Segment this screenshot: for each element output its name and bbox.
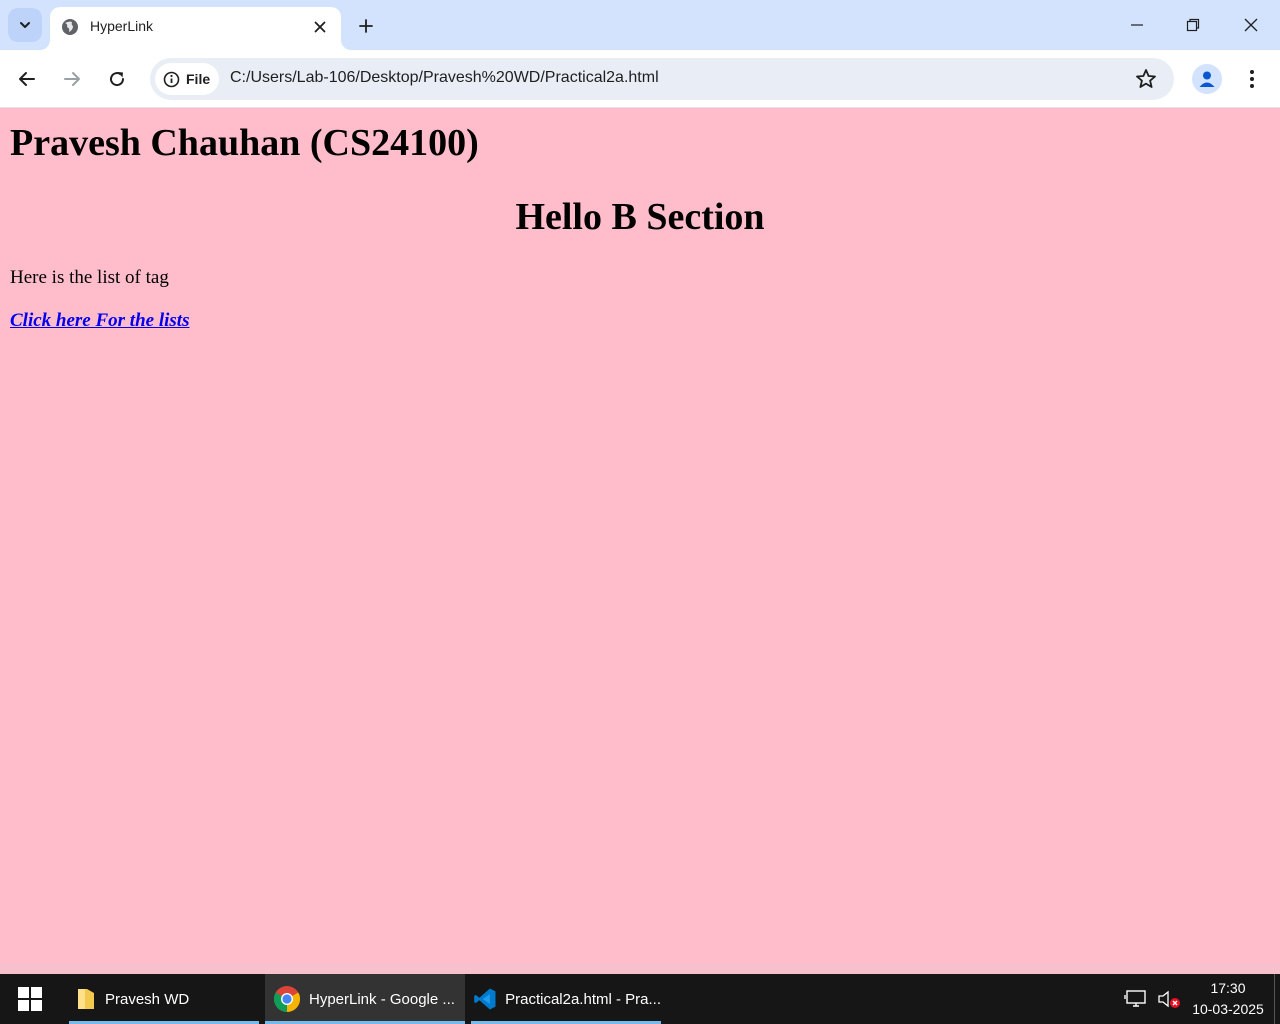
tab-search-button[interactable] [8, 8, 42, 42]
taskbar-app-vscode[interactable]: Practical2a.html - Pra... [471, 974, 661, 1024]
globe-icon [62, 19, 78, 35]
page-bottom-edge [0, 963, 1280, 974]
back-button[interactable] [11, 63, 43, 95]
taskbar-app-label: HyperLink - Google ... [309, 990, 455, 1008]
tab-hyperlink[interactable]: HyperLink [50, 7, 341, 50]
restore-button[interactable] [1164, 0, 1222, 50]
lists-link[interactable]: Click here For the lists [10, 310, 189, 332]
tab-title: HyperLink [90, 18, 154, 34]
taskbar-app-label: Pravesh WD [105, 990, 190, 1008]
browser-menu-button[interactable] [1238, 64, 1266, 94]
restore-icon [1186, 18, 1200, 32]
section-heading: Hello B Section [515, 196, 765, 238]
reload-icon [110, 72, 125, 87]
browser-tab-strip: HyperLink [0, 0, 1280, 50]
arrow-right-icon [64, 72, 80, 86]
reload-button[interactable] [101, 63, 133, 95]
clock-date: 10-03-2025 [1192, 1001, 1264, 1017]
site-chip-label: File [186, 71, 211, 87]
browser-toolbar: File C:/Users/Lab-106/Desktop/Pravesh%20… [0, 50, 1280, 108]
show-desktop-button[interactable] [1274, 974, 1280, 1024]
start-button[interactable] [0, 974, 60, 1024]
close-icon [1244, 18, 1258, 32]
url-text[interactable]: C:/Users/Lab-106/Desktop/Pravesh%20WD/Pr… [230, 69, 659, 87]
windows-logo-icon [18, 987, 42, 1011]
intro-paragraph: Here is the list of tag [10, 267, 169, 288]
person-icon [1199, 71, 1215, 87]
forward-button[interactable] [56, 63, 88, 95]
address-bar[interactable]: File C:/Users/Lab-106/Desktop/Pravesh%20… [150, 58, 1174, 100]
window-close-button[interactable] [1222, 0, 1280, 50]
folder-icon [78, 989, 94, 1009]
page-content: Pravesh Chauhan (CS24100) Hello B Sectio… [0, 109, 1280, 963]
close-icon [314, 21, 326, 33]
minimize-icon [1131, 24, 1143, 26]
chrome-icon [273, 986, 301, 1013]
network-icon[interactable] [1124, 989, 1148, 1009]
more-vert-icon [1250, 70, 1254, 88]
clock-time: 17:30 [1210, 980, 1246, 996]
taskbar: Pravesh WD HyperLink - Google ... Practi… [0, 974, 1280, 1024]
arrow-left-icon [19, 72, 35, 86]
plus-icon [359, 19, 373, 33]
chevron-down-icon [20, 22, 30, 28]
new-tab-button[interactable] [352, 12, 380, 40]
tab-close-button[interactable] [309, 16, 331, 38]
minimize-button[interactable] [1108, 0, 1166, 50]
profile-button[interactable] [1192, 64, 1222, 94]
taskbar-clock[interactable]: 17:30 10-03-2025 [1182, 978, 1274, 1020]
system-tray [1124, 974, 1182, 1024]
vscode-icon [474, 988, 496, 1010]
info-icon [163, 71, 180, 87]
volume-muted-icon[interactable] [1156, 988, 1182, 1010]
taskbar-app-explorer[interactable]: Pravesh WD [69, 974, 259, 1024]
star-icon[interactable] [1134, 67, 1158, 91]
taskbar-app-chrome[interactable]: HyperLink - Google ... [265, 974, 465, 1024]
site-info-chip[interactable]: File [155, 63, 219, 95]
page-title: Pravesh Chauhan (CS24100) [10, 122, 479, 164]
taskbar-app-label: Practical2a.html - Pra... [505, 990, 661, 1008]
